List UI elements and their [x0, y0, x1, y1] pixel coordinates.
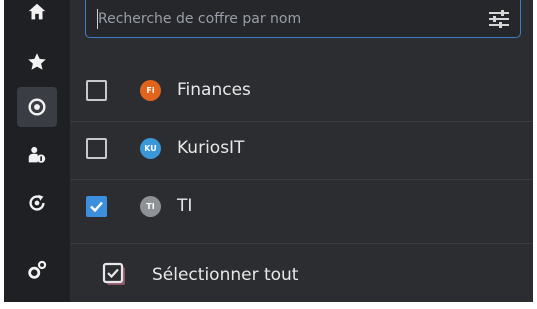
sidebar-item-favorites[interactable] [17, 42, 57, 82]
vault-row[interactable]: Fi Finances [70, 64, 533, 122]
star-icon [28, 53, 46, 70]
settings-icon [28, 260, 47, 279]
users-icon [28, 146, 46, 163]
check-icon [90, 201, 103, 213]
vault-row[interactable]: KU KuriosIT [70, 122, 533, 180]
app-window: Fi Finances KU KuriosIT TI TI Sélectionn… [4, 0, 533, 302]
vault-name: Finances [177, 80, 251, 100]
select-all-button[interactable]: Sélectionner tout [152, 264, 298, 286]
vault-icon [28, 98, 46, 116]
home-icon [28, 3, 46, 20]
select-all-icon[interactable] [101, 261, 127, 287]
refresh-icon [29, 194, 45, 211]
vault-name: TI [177, 196, 193, 216]
vault-avatar: TI [140, 196, 161, 217]
vault-name: KuriosIT [177, 138, 245, 158]
vault-checkbox[interactable] [86, 80, 107, 101]
vault-checkbox[interactable] [86, 138, 107, 159]
filter-button[interactable] [488, 9, 510, 29]
sidebar-item-home[interactable] [17, 0, 57, 32]
vault-search-box[interactable] [85, 0, 521, 38]
sidebar-item-users[interactable] [17, 135, 57, 175]
sliders-icon [489, 10, 509, 28]
vault-row[interactable]: TI TI [70, 180, 533, 237]
sidebar-item-sync[interactable] [17, 183, 57, 223]
sidebar-rail [4, 0, 70, 302]
select-all-bar: Sélectionner tout [70, 243, 533, 302]
sidebar-item-vaults[interactable] [17, 87, 57, 127]
vault-avatar: Fi [140, 80, 161, 101]
search-input[interactable] [98, 5, 468, 33]
vault-checkbox[interactable] [86, 196, 107, 217]
sidebar-item-settings[interactable] [17, 250, 57, 290]
vault-avatar: KU [140, 138, 161, 159]
